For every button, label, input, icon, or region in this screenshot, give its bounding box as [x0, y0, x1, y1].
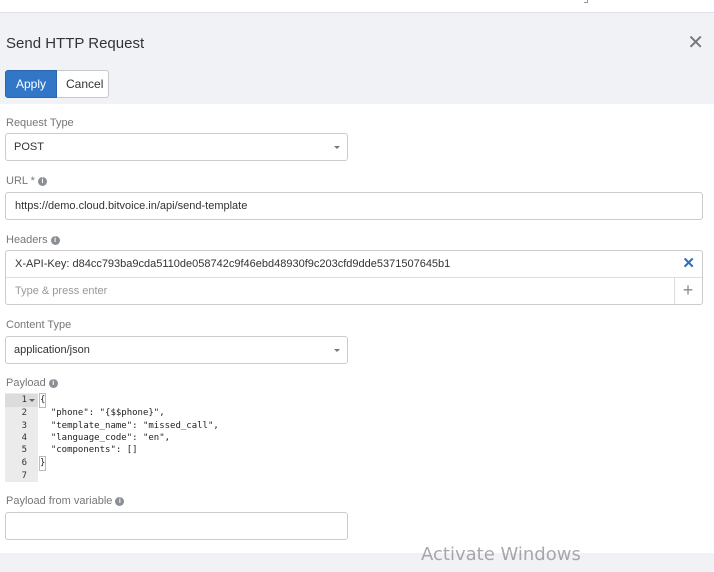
fold-arrow-icon[interactable] — [29, 399, 35, 402]
payload-variable-label-text: Payload from variable — [6, 495, 113, 507]
remove-header-icon[interactable]: ✕ — [682, 251, 695, 277]
url-value: https://demo.cloud.bitvoice.in/api/send-… — [15, 200, 248, 212]
code-line: } — [38, 456, 47, 471]
header-item-value: X-API-Key: d84cc793ba9cda5110de058742c9f… — [15, 258, 451, 270]
payload-variable-label: Payload from variable i — [6, 495, 125, 507]
info-icon[interactable]: i — [50, 235, 60, 245]
payload-label: Payload i — [6, 377, 58, 389]
header-item: X-API-Key: d84cc793ba9cda5110de058742c9f… — [6, 251, 702, 278]
content-type-select[interactable]: application/json — [5, 336, 348, 364]
info-icon[interactable]: i — [48, 378, 58, 388]
request-type-select[interactable]: POST — [5, 133, 348, 161]
chevron-down-icon — [334, 146, 340, 149]
line-number: 7 — [21, 471, 27, 481]
content-type-label-text: Content Type — [6, 319, 72, 331]
chevron-down-icon — [334, 349, 340, 352]
request-type-label: Request Type — [6, 117, 74, 129]
dialog-footer — [0, 553, 714, 572]
headers-label-text: Headers — [6, 234, 48, 246]
url-label-text: URL * — [6, 175, 35, 187]
line-number: 1 — [5, 394, 38, 407]
line-number: 2 — [21, 408, 27, 418]
close-icon[interactable]: ✕ — [687, 33, 704, 53]
new-header-input[interactable]: Type & press enter — [6, 278, 675, 304]
payload-variable-input[interactable] — [5, 512, 348, 540]
code-line: { — [38, 393, 47, 408]
payload-editor[interactable]: 1 2 3 4 5 6 7 { "phone": "{$$phone}", "t… — [5, 393, 348, 482]
url-input[interactable]: https://demo.cloud.bitvoice.in/api/send-… — [5, 192, 703, 220]
editor-gutter: 1 2 3 4 5 6 7 — [5, 393, 38, 482]
payload-label-text: Payload — [6, 377, 46, 389]
code-line: "components": [] — [40, 445, 138, 455]
dialog-title: Send HTTP Request — [6, 35, 145, 52]
top-strip — [0, 0, 714, 13]
add-header-icon[interactable]: + — [674, 278, 702, 304]
action-buttons: Apply Cancel — [5, 70, 109, 98]
url-label: URL * i — [6, 175, 47, 187]
activate-windows-watermark: Activate Windows — [421, 544, 581, 565]
content-type-label: Content Type — [6, 319, 71, 331]
dialog-header: Send HTTP Request ✕ Apply Cancel — [0, 14, 714, 104]
request-type-label-text: Request Type — [6, 117, 74, 129]
line-number: 5 — [21, 445, 27, 455]
info-icon[interactable]: i — [37, 176, 47, 186]
request-type-value: POST — [14, 141, 44, 153]
info-icon[interactable]: i — [115, 496, 125, 506]
apply-button[interactable]: Apply — [5, 70, 57, 98]
content-type-value: application/json — [14, 344, 90, 356]
cancel-button[interactable]: Cancel — [57, 70, 109, 98]
code-line: "phone": "{$$phone}", — [40, 408, 165, 418]
line-number: 6 — [21, 458, 27, 468]
headers-label: Headers i — [6, 234, 60, 246]
dialog-body: Request Type POST URL * i https://demo.c… — [0, 104, 714, 553]
headers-list: X-API-Key: d84cc793ba9cda5110de058742c9f… — [5, 250, 703, 305]
top-strip-mark — [584, 0, 588, 3]
